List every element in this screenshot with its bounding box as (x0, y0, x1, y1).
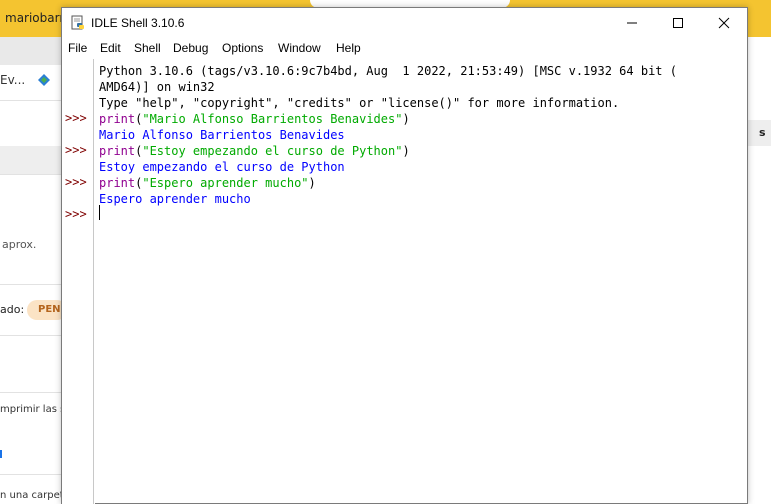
close-icon (718, 17, 730, 29)
output-line: Estoy empezando el curso de Python (99, 160, 345, 174)
divider (0, 100, 62, 101)
menu-edit[interactable]: Edit (100, 41, 121, 55)
divider (0, 474, 62, 475)
divider (0, 335, 62, 336)
background-link-marker (0, 450, 2, 458)
print-keyword: print (99, 112, 136, 126)
menu-shell[interactable]: Shell (134, 41, 161, 55)
background-imprimir-text: mprimir las s (0, 404, 66, 415)
command-line: print("Mario Alfonso Barrientos Benavide… (99, 111, 410, 127)
close-button[interactable] (701, 8, 747, 38)
background-sidebar-item-label[interactable]: Ev... (0, 73, 25, 87)
output-line: Espero aprender mucho (99, 192, 251, 206)
window-title: IDLE Shell 3.10.6 (91, 16, 185, 30)
background-page-right (748, 37, 771, 504)
background-status-label: ado: (0, 303, 25, 316)
background-page-left (0, 37, 62, 504)
text-cursor (99, 205, 100, 220)
command-line: print("Espero aprender mucho") (99, 175, 316, 191)
menu-help[interactable]: Help (336, 41, 361, 55)
background-toolbar-strip (0, 37, 62, 65)
paren: ) (402, 112, 410, 126)
print-keyword: print (99, 176, 136, 190)
status-badge-label: PEN (38, 304, 61, 315)
string-literal: "Espero aprender mucho" (142, 176, 309, 190)
string-literal: "Estoy empezando el curso de Python" (142, 144, 403, 158)
minimize-button[interactable] (609, 8, 655, 38)
banner-line: Type "help", "copyright", "credits" or "… (99, 96, 620, 110)
paren: ) (308, 176, 316, 190)
browser-tab-label: mariobarri (5, 11, 68, 25)
menu-window[interactable]: Window (278, 41, 321, 55)
menu-file[interactable]: File (68, 41, 87, 55)
browser-tab[interactable]: mariobarri (0, 0, 68, 37)
dropbox-icon[interactable] (38, 74, 50, 86)
shell-prompt: >>> (65, 175, 87, 189)
print-keyword: print (99, 144, 136, 158)
gutter-divider (93, 59, 94, 504)
paren: ) (402, 144, 410, 158)
menu-debug[interactable]: Debug (173, 41, 208, 55)
string-literal: "Mario Alfonso Barrientos Benavides" (142, 112, 403, 126)
python-idle-icon (71, 15, 84, 30)
command-line: print("Estoy empezando el curso de Pytho… (99, 143, 410, 159)
divider (0, 284, 62, 285)
menu-bar: File Edit Shell Debug Options Window Hel… (62, 38, 747, 58)
divider (0, 174, 62, 175)
background-right-text: s (759, 126, 766, 139)
banner-line: AMD64)] on win32 (99, 80, 215, 94)
menu-options[interactable]: Options (222, 41, 263, 55)
minimize-icon (627, 22, 637, 24)
title-bar[interactable]: IDLE Shell 3.10.6 (62, 8, 747, 38)
output-line: Mario Alfonso Barrientos Benavides (99, 128, 345, 142)
background-section-strip (0, 146, 62, 174)
divider (0, 392, 62, 393)
prompt-gutter: >>> >>> >>> >>> (62, 59, 95, 504)
maximize-button[interactable] (655, 8, 701, 38)
shell-prompt: >>> (65, 143, 87, 157)
shell-prompt: >>> (65, 207, 87, 221)
background-carpeta-text: n una carpet (0, 490, 64, 501)
banner-line: Python 3.10.6 (tags/v3.10.6:9c7b4bd, Aug… (99, 64, 677, 78)
idle-shell-window: IDLE Shell 3.10.6 File Edit Shell Debug … (61, 7, 748, 504)
shell-prompt: >>> (65, 111, 87, 125)
maximize-icon (673, 18, 683, 28)
background-aprox-text: aprox. (2, 238, 37, 251)
